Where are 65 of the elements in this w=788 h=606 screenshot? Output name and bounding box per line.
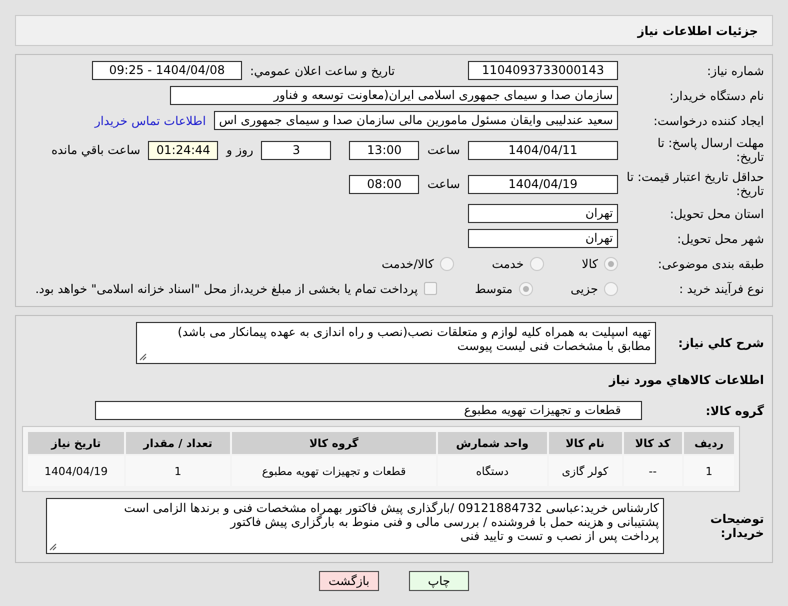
table-cell: 1404/04/19 [28, 456, 124, 486]
radio-button[interactable] [604, 282, 618, 296]
need-number-field: 1104093733000143 [468, 61, 618, 80]
radio-button[interactable] [530, 256, 544, 270]
remaining-label: ساعت باقي مانده [51, 143, 140, 157]
radio-button[interactable] [604, 256, 618, 270]
column-header: گروه کالا [232, 432, 436, 454]
field-label: استان محل تحویل: [668, 206, 764, 220]
resize-grip-icon[interactable] [139, 353, 147, 361]
remaining-time-field: 01:24:44 [148, 140, 218, 160]
radio-label: متوسط [474, 282, 513, 296]
back-button[interactable]: بازگشت [319, 571, 379, 591]
contact-link[interactable]: اطلاعات تماس خریدار [94, 114, 206, 128]
resize-grip-icon[interactable] [49, 543, 57, 551]
description-box[interactable]: تهیه اسپلیت به همراه کلیه لوازم و متعلقات نصب(نصب و راه اندازی به عهده پیمانکار می باشد) مطابق با مشخصات فنی لیست پیوست [136, 322, 656, 364]
days-field: 3 [261, 140, 332, 160]
checkbox-label: پرداخت تمام یا بخشی از مبلغ خرید،از محل "اسناد خزانه اسلامی" خواهد بود. [35, 282, 418, 296]
page-title: جزئیات اطلاعات نیاز [15, 15, 773, 46]
column-header: ردیف [684, 432, 734, 454]
time-field: 08:00 [349, 174, 420, 194]
radio-button[interactable] [440, 256, 454, 270]
field-label: شهر محل تحویل: [676, 232, 764, 246]
city-field: تهران [468, 229, 618, 248]
time-field: 13:00 [349, 140, 420, 160]
table-cell: قطعات و تجهیزات تهویه مطبوع [232, 456, 436, 486]
column-header: تعداد / مقدار [126, 432, 230, 454]
radio-label: خدمت [492, 256, 524, 270]
table-cell: -- [624, 456, 682, 486]
field-label: طبقه بندی موضوعی: [656, 256, 764, 270]
section-title: اطلاعات کالاهاي مورد نیاز [609, 372, 764, 386]
column-header: واحد شمارش [438, 432, 546, 454]
field-label: نام دستگاه خریدار: [668, 88, 764, 102]
field-label: شماره نیاز: [706, 64, 764, 78]
column-header: تاریخ نیاز [28, 432, 124, 454]
field-label: شرح کلي نیاز: [677, 336, 764, 350]
radio-label: کالا [582, 256, 598, 270]
announce-date-field: 1404/04/08 - 09:25 [92, 61, 242, 80]
radio-label: جزیی [570, 282, 598, 296]
time-label: ساعت [427, 177, 460, 191]
field-label: مهلت ارسال پاسخ: تا تاریخ: [656, 136, 764, 164]
print-button[interactable]: چاپ [409, 571, 469, 591]
table-cell: 1 [684, 456, 734, 486]
field-label: تاریخ و ساعت اعلان عمومي: [250, 64, 395, 78]
days-label: روز و [226, 143, 254, 157]
goods-group-field: قطعات و تجهیزات تهویه مطبوع [95, 401, 642, 420]
column-header: کد کالا [624, 432, 682, 454]
field-label: نوع فرآیند خرید : [678, 282, 764, 296]
radio-button[interactable] [518, 282, 533, 296]
table-cell: 1 [126, 456, 230, 486]
table-cell: دستگاه [438, 456, 546, 486]
date-field: 1404/04/19 [468, 174, 618, 194]
field-label: گروه کالا: [704, 404, 764, 418]
date-field: 1404/04/11 [468, 140, 618, 160]
buyer-org-field: سازمان صدا و سیمای جمهوری اسلامی ایران(معاونت توسعه و فناور [170, 86, 618, 105]
field-label: ایجاد کننده درخواست: [652, 114, 764, 128]
column-header: نام کالا [548, 432, 622, 454]
field-label: توضیحات خریدار: [709, 512, 764, 540]
buyer-notes-box[interactable]: کارشناس خرید:عباسی 09121884732 /بارگذاری پیش فاکتور بهمراه مشخصات فنی و برندها الزامی است پشتیبانی و هزینه حمل با فروشنده / بررسی مالی و فنی منوط به بارگزاری پیش فاکتور پرداخت پس از نصب و تست و تایید فنی [46, 498, 664, 554]
table-cell: کولر گازی [548, 456, 622, 486]
province-field: تهران [468, 204, 618, 223]
field-label: حداقل تاریخ اعتبار قیمت: تا تاریخ: [626, 170, 764, 198]
time-label: ساعت [427, 143, 460, 157]
checkbox[interactable] [424, 282, 437, 295]
requester-field: سعید عندلیبی وایقان مسئول مامورین مالی سازمان صدا و سیمای جمهوری اس [214, 111, 618, 130]
radio-label: کالا/خدمت [382, 256, 434, 270]
